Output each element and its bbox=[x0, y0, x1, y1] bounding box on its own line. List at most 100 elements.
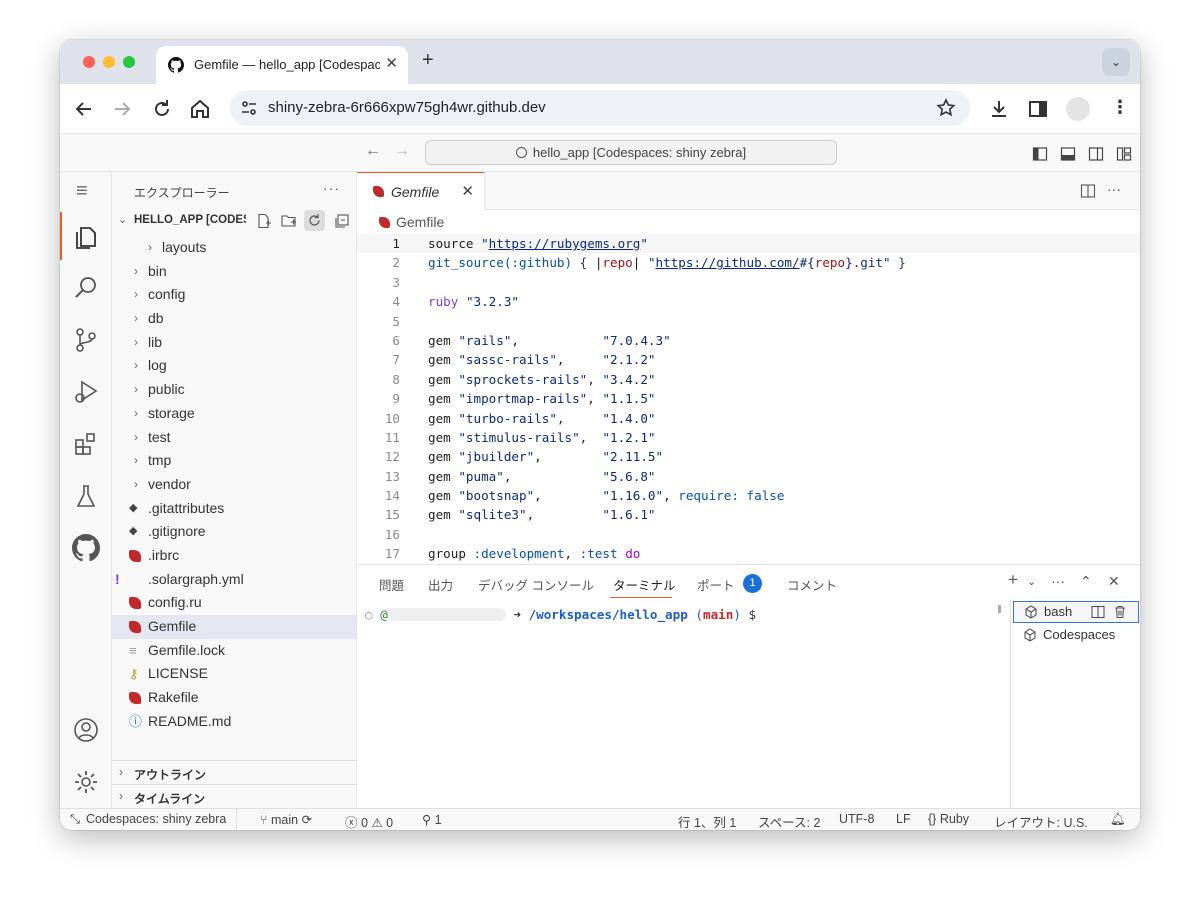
tree-folder[interactable]: › test bbox=[112, 426, 356, 450]
panel-more-icon[interactable]: ··· bbox=[1051, 573, 1065, 589]
close-window-button[interactable] bbox=[83, 56, 95, 68]
tab-comments[interactable]: コメント bbox=[787, 575, 837, 594]
tree-file[interactable]: Gemfile bbox=[112, 615, 356, 639]
close-panel-icon[interactable]: ✕ bbox=[1108, 573, 1120, 590]
search-icon[interactable] bbox=[72, 274, 100, 302]
more-actions-icon[interactable]: ··· bbox=[323, 180, 340, 196]
new-folder-icon[interactable] bbox=[281, 213, 297, 229]
refresh-icon[interactable] bbox=[304, 210, 325, 231]
language-mode[interactable]: {} Ruby bbox=[928, 812, 969, 826]
accounts-icon[interactable] bbox=[72, 716, 100, 744]
github-icon[interactable] bbox=[72, 534, 100, 562]
terminal-view[interactable]: ○ @ ➜ /workspaces/hello_app (main) $ bbox=[357, 599, 1009, 809]
problems-indicator[interactable]: ⓧ 0 ⚠ 0 bbox=[345, 812, 393, 830]
timeline-section-header[interactable]: › タイムライン bbox=[112, 784, 356, 808]
command-center[interactable]: hello_app [Codespaces: shiny zebra] bbox=[425, 140, 837, 165]
tree-folder[interactable]: › db bbox=[112, 307, 356, 331]
keyboard-layout[interactable]: レイアウト: U.S. bbox=[994, 812, 1088, 830]
home-icon[interactable] bbox=[188, 97, 212, 121]
terminal-item-bash[interactable]: bash bbox=[1013, 601, 1139, 623]
source-control-icon[interactable] bbox=[72, 326, 100, 354]
indentation[interactable]: スペース: 2 bbox=[758, 812, 820, 830]
new-terminal-icon[interactable]: + bbox=[1008, 570, 1018, 590]
toggle-secondary-sidebar-icon[interactable] bbox=[1088, 146, 1104, 162]
encoding[interactable]: UTF-8 bbox=[839, 812, 874, 826]
tree-file[interactable]: ⓘ README.md bbox=[112, 710, 356, 734]
tab-problems[interactable]: 問題 bbox=[379, 575, 404, 594]
split-editor-icon[interactable] bbox=[1080, 183, 1096, 199]
branch-indicator[interactable]: ⑂ main ⟳ bbox=[260, 812, 312, 827]
tree-file[interactable]: ≡ Gemfile.lock bbox=[112, 639, 356, 663]
maximize-window-button[interactable] bbox=[123, 56, 135, 68]
explorer-icon[interactable] bbox=[72, 222, 100, 250]
toggle-panel-icon[interactable] bbox=[1060, 146, 1076, 162]
notifications-bell-icon[interactable]: 🔔︎ bbox=[1110, 812, 1126, 827]
browser-menu-icon[interactable]: ⋮ bbox=[1111, 97, 1129, 118]
run-debug-icon[interactable] bbox=[72, 378, 100, 406]
tree-file[interactable]: ! .solargraph.yml bbox=[112, 568, 356, 592]
collapse-all-icon[interactable] bbox=[334, 213, 350, 229]
browser-tab[interactable]: Gemfile — hello_app [Codespaces: shiny z… bbox=[156, 46, 408, 84]
tree-folder[interactable]: › public bbox=[112, 378, 356, 402]
customize-layout-icon[interactable] bbox=[1116, 146, 1132, 162]
back-icon[interactable] bbox=[72, 97, 96, 121]
testing-icon[interactable] bbox=[72, 482, 100, 510]
bookmark-star-icon[interactable] bbox=[936, 98, 956, 118]
close-editor-icon[interactable]: ✕ bbox=[461, 182, 474, 200]
tree-folder[interactable]: › storage bbox=[112, 402, 356, 426]
tab-output[interactable]: 出力 bbox=[428, 575, 453, 594]
terminal-scrollbar[interactable] bbox=[998, 605, 1001, 613]
remote-indicator[interactable]: ⤡ Codespaces: shiny zebra bbox=[60, 809, 238, 830]
extensions-icon[interactable] bbox=[72, 430, 100, 458]
tree-folder[interactable]: › log bbox=[112, 354, 356, 378]
site-settings-icon[interactable] bbox=[240, 99, 258, 117]
new-tab-button[interactable]: + bbox=[422, 49, 434, 72]
tree-file[interactable]: config.ru bbox=[112, 591, 356, 615]
tree-folder[interactable]: › vendor bbox=[112, 473, 356, 497]
profile-avatar[interactable] bbox=[1066, 97, 1090, 121]
tree-folder[interactable]: › lib bbox=[112, 331, 356, 355]
new-file-icon[interactable] bbox=[256, 213, 272, 229]
code-line: 10 gem "turbo-rails", "1.4.0" bbox=[357, 409, 1140, 428]
forward-icon[interactable] bbox=[110, 97, 134, 121]
editor-tab-gemfile[interactable]: Gemfile ✕ bbox=[357, 172, 485, 210]
outline-section-header[interactable]: › アウトライン bbox=[112, 760, 356, 784]
tree-folder[interactable]: › config bbox=[112, 283, 356, 307]
tab-debug-console[interactable]: デバッグ コンソール bbox=[478, 575, 594, 594]
trash-icon[interactable] bbox=[1113, 605, 1127, 619]
chevron-right-icon: › bbox=[148, 240, 152, 254]
cursor-position[interactable]: 行 1、列 1 bbox=[678, 812, 736, 830]
terminal-item-codespaces[interactable]: Codespaces bbox=[1013, 625, 1139, 647]
split-terminal-icon[interactable] bbox=[1091, 605, 1105, 619]
tree-file[interactable]: ◆ .gitignore bbox=[112, 520, 356, 544]
tree-folder[interactable]: › layouts bbox=[112, 236, 356, 260]
side-panel-icon[interactable] bbox=[1026, 97, 1050, 121]
download-icon[interactable] bbox=[987, 97, 1011, 121]
code-editor[interactable]: 1 source "https://rubygems.org" 2 git_sour… bbox=[357, 234, 1140, 564]
settings-gear-icon[interactable] bbox=[72, 768, 100, 796]
tree-file[interactable]: ◆ .gitattributes bbox=[112, 497, 356, 521]
chevron-down-icon[interactable]: ⌄ bbox=[1027, 575, 1036, 588]
tab-terminal[interactable]: ターミナル bbox=[613, 575, 676, 594]
menu-icon[interactable]: ≡ bbox=[76, 180, 88, 203]
ports-indicator[interactable]: ⚲ 1 bbox=[422, 812, 442, 827]
nav-back-icon[interactable]: ← bbox=[365, 142, 381, 160]
workspace-section-header[interactable]: ⌄ HELLO_APP [CODESPACES: SHINY ZEBRA] bbox=[112, 208, 356, 234]
maximize-panel-icon[interactable]: ⌃ bbox=[1080, 573, 1092, 590]
close-tab-icon[interactable]: ✕ bbox=[385, 54, 398, 72]
end-of-line[interactable]: LF bbox=[896, 812, 911, 826]
address-bar[interactable]: shiny-zebra-6r666xpw75gh4wr.github.dev bbox=[230, 90, 970, 126]
tab-ports[interactable]: ポート bbox=[697, 575, 735, 594]
reload-icon[interactable] bbox=[150, 97, 174, 121]
tree-folder[interactable]: › bin bbox=[112, 260, 356, 284]
tree-folder[interactable]: › tmp bbox=[112, 449, 356, 473]
tree-file[interactable]: Rakefile bbox=[112, 686, 356, 710]
tab-search-button[interactable]: ⌄ bbox=[1102, 48, 1130, 76]
tree-file[interactable]: ⚷ LICENSE bbox=[112, 662, 356, 686]
minimize-window-button[interactable] bbox=[103, 56, 115, 68]
breadcrumb[interactable]: Gemfile bbox=[379, 214, 444, 230]
editor-more-icon[interactable]: ··· bbox=[1107, 181, 1121, 197]
toggle-sidebar-icon[interactable] bbox=[1032, 146, 1048, 162]
tree-file[interactable]: .irbrc bbox=[112, 544, 356, 568]
nav-forward-icon[interactable]: → bbox=[394, 142, 410, 160]
